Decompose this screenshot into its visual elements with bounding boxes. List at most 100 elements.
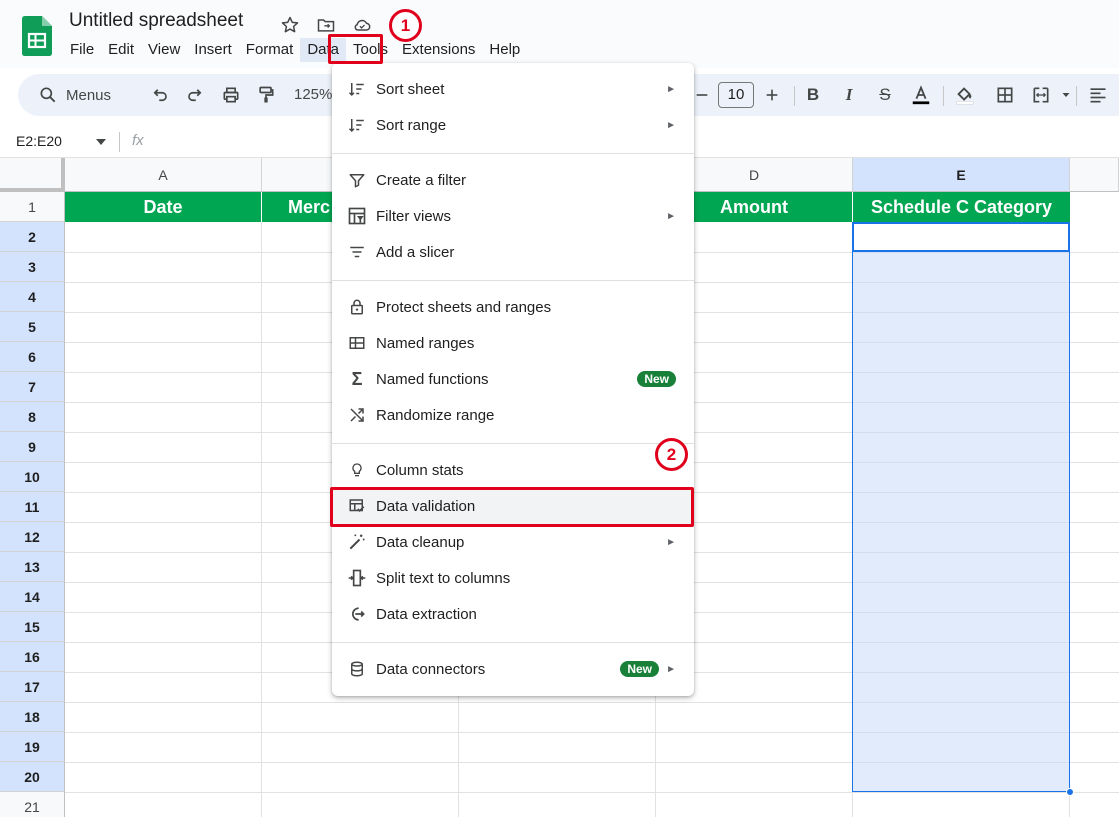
submenu-arrow-icon: ► [666,210,676,222]
toolbar-divider [1076,86,1077,106]
lock-icon [345,295,369,319]
formula-divider [119,132,120,152]
bold-icon[interactable]: B [801,83,825,107]
row-header-3[interactable]: 3 [0,252,65,282]
text-color-icon[interactable] [909,83,933,107]
menu-insert[interactable]: Insert [187,38,239,62]
row-header-17[interactable]: 17 [0,672,65,702]
menu-item-label: Named functions [376,370,489,388]
menu-item-sort-sheet[interactable]: Sort sheet ► [332,71,694,107]
data-menu-dropdown: Sort sheet ► Sort range ► Create a filte… [332,63,694,696]
toolbar-divider [794,86,795,106]
active-cell-e2[interactable] [852,222,1070,252]
fx-icon: fx [132,132,144,149]
menu-item-data-extraction[interactable]: Data extraction [332,596,694,632]
row-header-21[interactable]: 21 [0,792,65,817]
zoom-select[interactable]: 125% [294,86,332,103]
undo-icon[interactable] [148,83,172,107]
row-header-7[interactable]: 7 [0,372,65,402]
star-icon[interactable] [278,13,302,37]
grid-line [65,792,1119,793]
menu-divider [332,642,694,643]
chevron-down-icon[interactable] [96,138,106,146]
row-header-5[interactable]: 5 [0,312,65,342]
menu-item-create-filter[interactable]: Create a filter [332,162,694,198]
row-header-11[interactable]: 11 [0,492,65,522]
menu-item-data-cleanup[interactable]: Data cleanup ► [332,524,694,560]
named-ranges-icon [345,331,369,355]
fill-handle[interactable] [1066,788,1074,796]
row-header-9[interactable]: 9 [0,432,65,462]
sheets-logo-icon[interactable] [22,16,52,56]
font-size-input[interactable]: 10 [718,82,754,108]
row-header-2[interactable]: 2 [0,222,65,252]
column-header-f[interactable] [1070,158,1119,192]
menu-item-label: Randomize range [376,406,495,424]
row-header-6[interactable]: 6 [0,342,65,372]
menu-item-label: Add a slicer [376,243,455,261]
menu-item-column-stats[interactable]: Column stats [332,452,694,488]
redo-icon[interactable] [183,83,207,107]
extraction-icon [345,602,369,626]
row-header-12[interactable]: 12 [0,522,65,552]
fill-color-icon[interactable] [953,83,977,107]
borders-icon[interactable] [993,83,1017,107]
menu-item-filter-views[interactable]: Filter views ► [332,198,694,234]
toolbar-divider [943,86,944,106]
row-header-10[interactable]: 10 [0,462,65,492]
magic-wand-icon [345,530,369,554]
row-header-14[interactable]: 14 [0,582,65,612]
split-icon [345,566,369,590]
row-header-20[interactable]: 20 [0,762,65,792]
cell-e1[interactable]: Schedule C Category [853,192,1070,222]
menu-item-add-slicer[interactable]: Add a slicer [332,234,694,270]
row-header-4[interactable]: 4 [0,282,65,312]
row-header-1[interactable]: 1 [0,192,65,222]
strikethrough-icon[interactable]: S [873,83,897,107]
menu-item-split-text[interactable]: Split text to columns [332,560,694,596]
menu-item-protect-sheets[interactable]: Protect sheets and ranges [332,289,694,325]
row-header-19[interactable]: 19 [0,732,65,762]
menu-item-sort-range[interactable]: Sort range ► [332,107,694,143]
selected-range[interactable] [852,222,1070,792]
menu-divider [332,153,694,154]
document-title[interactable]: Untitled spreadsheet [69,10,243,32]
paint-format-icon[interactable] [254,83,278,107]
step-1-marker: 1 [389,9,422,42]
row-header-13[interactable]: 13 [0,552,65,582]
menu-view[interactable]: View [141,38,187,62]
select-all-corner[interactable] [0,158,65,192]
search-menus-button[interactable]: Menus [28,80,148,110]
increase-font-icon[interactable] [760,83,784,107]
name-box[interactable]: E2:E20 [16,133,62,149]
submenu-arrow-icon: ► [666,83,676,95]
menu-format[interactable]: Format [239,38,301,62]
sort-icon [345,77,369,101]
column-header-a[interactable]: A [65,158,262,192]
row-header-15[interactable]: 15 [0,612,65,642]
highlight-data-menu [328,34,383,64]
merge-cells-icon[interactable] [1029,83,1053,107]
italic-icon[interactable]: I [837,83,861,107]
menu-item-randomize-range[interactable]: Randomize range [332,397,694,433]
menu-item-named-functions[interactable]: Σ Named functions New [332,361,694,397]
search-menus-label: Menus [66,86,112,104]
menu-help[interactable]: Help [482,38,527,62]
chevron-down-icon[interactable] [1054,83,1078,107]
menu-divider [332,443,694,444]
row-header-18[interactable]: 18 [0,702,65,732]
submenu-arrow-icon: ► [666,536,676,548]
new-badge: New [620,661,659,677]
menu-file[interactable]: File [63,38,101,62]
menu-item-data-connectors[interactable]: Data connectors New ► [332,651,694,687]
align-icon[interactable] [1086,83,1110,107]
row-header-16[interactable]: 16 [0,642,65,672]
menu-item-named-ranges[interactable]: Named ranges [332,325,694,361]
menu-item-label: Column stats [376,461,464,479]
column-header-e[interactable]: E [853,158,1070,192]
print-icon[interactable] [219,83,243,107]
cell-a1[interactable]: Date [65,192,262,222]
menu-edit[interactable]: Edit [101,38,141,62]
menu-item-label: Filter views [376,207,452,225]
row-header-8[interactable]: 8 [0,402,65,432]
